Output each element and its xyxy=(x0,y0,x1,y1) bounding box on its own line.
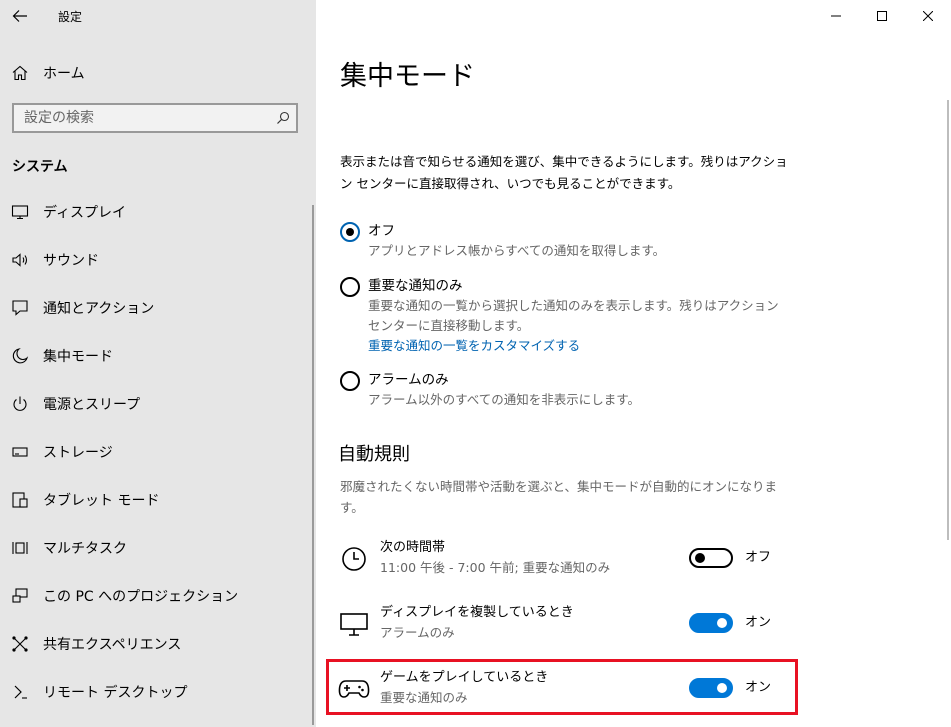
toggle-switch[interactable] xyxy=(689,613,733,633)
sidebar-titlebar: 設定 xyxy=(0,0,316,32)
toggle-switch[interactable] xyxy=(689,548,733,568)
sidebar-item-label: この PC へのプロジェクション xyxy=(43,589,239,605)
rule-subtitle: 11:00 午後 - 7:00 午前; 重要な通知のみ xyxy=(380,560,611,575)
window-controls xyxy=(813,0,951,32)
sidebar-item-focus-assist[interactable]: 集中モード xyxy=(0,332,316,380)
sidebar-item-label: 集中モード xyxy=(43,349,113,365)
search-icon[interactable] xyxy=(270,105,296,131)
toggle-knob xyxy=(695,553,705,563)
rule-duplicating-display[interactable]: ディスプレイを複製しているとき アラームのみ オン xyxy=(336,603,806,655)
search-box xyxy=(12,103,298,133)
sidebar-item-display[interactable]: ディスプレイ xyxy=(0,188,316,236)
speaker-icon xyxy=(10,250,30,270)
power-icon xyxy=(10,394,30,414)
sidebar-item-tablet-mode[interactable]: タブレット モード xyxy=(0,476,316,524)
main-scrollbar[interactable] xyxy=(947,100,949,540)
back-button[interactable] xyxy=(0,0,40,32)
page-title: 集中モード xyxy=(340,61,475,92)
notification-icon xyxy=(10,298,30,318)
close-button[interactable] xyxy=(905,0,951,32)
option-priority-only[interactable]: 重要な通知のみ 重要な通知の一覧から選択した通知のみを表示します。残りはアクショ… xyxy=(340,276,788,356)
home-icon xyxy=(10,63,30,83)
app-title: 設定 xyxy=(58,10,83,24)
sidebar-scrollbar[interactable] xyxy=(312,205,314,725)
customize-priority-list-link[interactable]: 重要な通知の一覧をカスタマイズする xyxy=(368,336,788,356)
sidebar-item-multitasking[interactable]: マルチタスク xyxy=(0,524,316,572)
option-description: 重要な通知の一覧から選択した通知のみを表示します。残りはアクション センターに直… xyxy=(368,298,779,333)
sidebar-item-home[interactable]: ホーム xyxy=(0,56,316,90)
radio-dot xyxy=(346,228,354,236)
sidebar-item-power-sleep[interactable]: 電源とスリープ xyxy=(0,380,316,428)
sidebar-item-label: ストレージ xyxy=(43,445,113,461)
option-text: オフ アプリとアドレス帳からすべての通知を取得します。 xyxy=(368,221,788,261)
toggle-state-label: オン xyxy=(745,615,772,630)
monitor-icon xyxy=(10,202,30,222)
option-description: アラーム以外のすべての通知を非表示にします。 xyxy=(368,392,641,407)
minimize-icon xyxy=(831,15,841,17)
highlight-box xyxy=(326,659,798,715)
option-title: 重要な通知のみ xyxy=(368,278,463,294)
radio-button-checked[interactable] xyxy=(340,222,360,242)
maximize-icon xyxy=(877,11,887,21)
option-text: アラームのみ アラーム以外のすべての通知を非表示にします。 xyxy=(368,370,788,410)
maximize-button[interactable] xyxy=(859,0,905,32)
auto-rules-title: 自動規則 xyxy=(338,444,410,465)
search-input[interactable] xyxy=(14,105,270,131)
sidebar-nav-list: ディスプレイ サウンド 通知とアクション 集中モード 電源とスリープ ストレージ… xyxy=(0,188,316,716)
sidebar-item-projection[interactable]: この PC へのプロジェクション xyxy=(0,572,316,620)
rule-title: ディスプレイを複製しているとき xyxy=(380,605,574,620)
tablet-icon xyxy=(10,490,30,510)
storage-icon xyxy=(10,442,30,462)
option-title: アラームのみ xyxy=(368,372,449,388)
sidebar-section-header: システム xyxy=(12,159,68,175)
sidebar-item-label: リモート デスクトップ xyxy=(43,685,188,701)
toggle-knob xyxy=(717,618,727,628)
back-arrow-icon xyxy=(12,10,27,22)
remote-desktop-icon xyxy=(10,682,30,702)
radio-button[interactable] xyxy=(340,371,360,391)
share-icon xyxy=(10,634,30,654)
main-content: 集中モード 表示または音で知らせる通知を選び、集中できるようにします。残りはアク… xyxy=(316,0,951,727)
sidebar-item-label: 通知とアクション xyxy=(43,301,155,317)
sidebar-item-sound[interactable]: サウンド xyxy=(0,236,316,284)
option-description: アプリとアドレス帳からすべての通知を取得します。 xyxy=(368,243,666,258)
sidebar-item-label: タブレット モード xyxy=(43,493,160,509)
toggle-state-label: オフ xyxy=(745,550,772,565)
page-description: 表示または音で知らせる通知を選び、集中できるようにします。残りはアクション セン… xyxy=(340,154,788,191)
option-text: 重要な通知のみ 重要な通知の一覧から選択した通知のみを表示します。残りはアクショ… xyxy=(368,276,788,356)
clock-icon xyxy=(338,544,370,574)
auto-rules-description: 邪魔されたくない時間帯や活動を選ぶと、集中モードが自動的にオンになります。 xyxy=(340,479,778,515)
sidebar: 設定 ホーム システム ディスプレイ xyxy=(0,0,316,727)
sidebar-item-remote-desktop[interactable]: リモート デスクトップ xyxy=(0,668,316,716)
close-icon xyxy=(923,11,933,21)
sidebar-item-label: ディスプレイ xyxy=(43,205,127,221)
sidebar-item-label: 電源とスリープ xyxy=(43,397,141,413)
sidebar-item-label: サウンド xyxy=(43,253,99,269)
sidebar-item-notifications[interactable]: 通知とアクション xyxy=(0,284,316,332)
sidebar-item-label: ホーム xyxy=(43,66,85,82)
monitor-icon xyxy=(338,609,370,639)
option-title: オフ xyxy=(368,223,395,239)
option-alarms-only[interactable]: アラームのみ アラーム以外のすべての通知を非表示にします。 xyxy=(340,370,788,410)
option-off[interactable]: オフ アプリとアドレス帳からすべての通知を取得します。 xyxy=(340,221,788,261)
sidebar-item-shared-experiences[interactable]: 共有エクスペリエンス xyxy=(0,620,316,668)
radio-button[interactable] xyxy=(340,277,360,297)
multitask-icon xyxy=(10,538,30,558)
moon-icon xyxy=(10,346,30,366)
rule-time-range[interactable]: 次の時間帯 11:00 午後 - 7:00 午前; 重要な通知のみ オフ xyxy=(336,538,806,590)
minimize-button[interactable] xyxy=(813,0,859,32)
sidebar-item-label: マルチタスク xyxy=(43,541,127,557)
rule-subtitle: アラームのみ xyxy=(380,625,455,640)
sidebar-item-storage[interactable]: ストレージ xyxy=(0,428,316,476)
rule-title: 次の時間帯 xyxy=(380,540,446,555)
sidebar-item-label: 共有エクスペリエンス xyxy=(43,637,182,653)
projection-icon xyxy=(10,586,30,606)
